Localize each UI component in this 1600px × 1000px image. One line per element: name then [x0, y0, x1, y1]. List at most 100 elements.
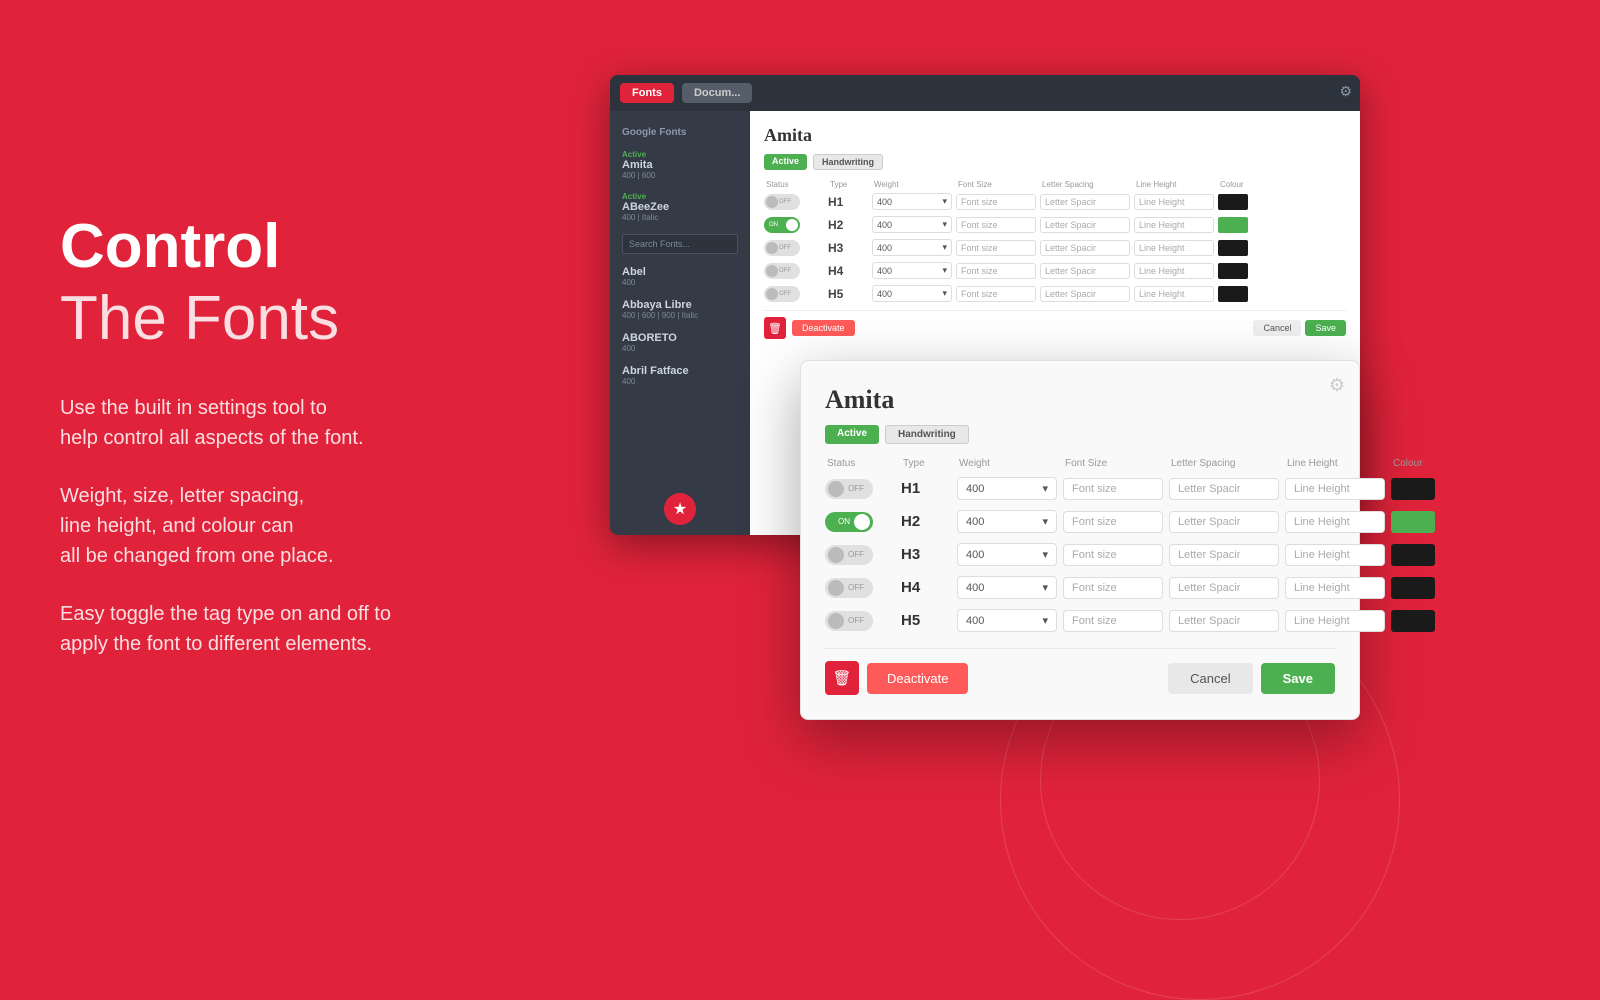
- modal-letterspacing-h4[interactable]: Letter Spacir: [1169, 577, 1279, 599]
- desc1: Use the built in settings tool tohelp co…: [60, 393, 560, 453]
- sidebar-item-abeezee[interactable]: Active ABeeZee 400 | Italic: [610, 186, 750, 228]
- right-area: Fonts Docum... ⚙ Google Fonts Active Ami…: [600, 0, 1600, 900]
- badge-row-modal: Active Handwriting: [825, 425, 1335, 444]
- modal-lineheight-h3[interactable]: Line Height: [1285, 544, 1385, 566]
- toggle-h4-bg[interactable]: [764, 263, 800, 279]
- fonts-tab[interactable]: Fonts: [620, 83, 674, 103]
- modal-weight-h3[interactable]: 400▾: [957, 543, 1057, 566]
- modal-fontsize-h4[interactable]: Font size: [1063, 577, 1163, 599]
- modal-color-h4[interactable]: [1391, 577, 1435, 599]
- table-row: H3 400▾ Font size Letter Spacir Line Hei…: [764, 239, 1346, 256]
- table-row: H2 400▾ Font size Letter Spacir Line Hei…: [764, 216, 1346, 233]
- modal-toggle-h1[interactable]: OFF: [825, 479, 873, 499]
- toggle-h1-bg[interactable]: [764, 194, 800, 210]
- aboreto-name: ABORETO: [622, 332, 738, 344]
- color-h4-bg[interactable]: [1218, 263, 1248, 279]
- modal-weight-h2[interactable]: 400▾: [957, 510, 1057, 533]
- sidebar-item-amita[interactable]: Active Amita 400 | 600: [610, 144, 750, 186]
- deactivate-button-modal[interactable]: Deactivate: [867, 663, 968, 694]
- letterspacing-h2-bg[interactable]: Letter Spacir: [1040, 217, 1130, 233]
- letterspacing-h5-bg[interactable]: Letter Spacir: [1040, 286, 1130, 302]
- active-badge-bg: Active: [764, 154, 807, 170]
- modal-color-h1[interactable]: [1391, 478, 1435, 500]
- modal-fontsize-h1[interactable]: Font size: [1063, 478, 1163, 500]
- cancel-button-bg[interactable]: Cancel: [1253, 320, 1301, 336]
- modal-lineheight-h1[interactable]: Line Height: [1285, 478, 1385, 500]
- fontsize-h4-bg[interactable]: Font size: [956, 263, 1036, 279]
- add-font-button[interactable]: ★: [664, 493, 696, 525]
- modal-weight-h4[interactable]: 400▾: [957, 576, 1057, 599]
- lineheight-h2-bg[interactable]: Line Height: [1134, 217, 1214, 233]
- modal-color-h5[interactable]: [1391, 610, 1435, 632]
- document-tab[interactable]: Docum...: [682, 83, 752, 103]
- abeezee-status: Active: [622, 192, 738, 201]
- modal-weight-h5[interactable]: 400▾: [957, 609, 1057, 632]
- sidebar-item-abril[interactable]: Abril Fatface 400: [610, 359, 750, 392]
- delete-button-bg[interactable]: 🗑: [764, 317, 786, 339]
- gear-icon-modal[interactable]: ⚙: [1329, 375, 1345, 396]
- desc2: Weight, size, letter spacing,line height…: [60, 481, 560, 571]
- modal-weight-h1[interactable]: 400▾: [957, 477, 1057, 500]
- handwriting-badge-bg: Handwriting: [813, 154, 883, 170]
- toggle-h3-bg[interactable]: [764, 240, 800, 256]
- modal-lineheight-h4[interactable]: Line Height: [1285, 577, 1385, 599]
- fontsize-h3-bg[interactable]: Font size: [956, 240, 1036, 256]
- weight-h2-bg[interactable]: 400▾: [872, 216, 952, 233]
- modal-letterspacing-h5[interactable]: Letter Spacir: [1169, 610, 1279, 632]
- modal-fontsize-h2[interactable]: Font size: [1063, 511, 1163, 533]
- sidebar-item-aboreto[interactable]: ABORETO 400: [610, 326, 750, 359]
- color-h2-bg[interactable]: [1218, 217, 1248, 233]
- fontsize-h1-bg[interactable]: Font size: [956, 194, 1036, 210]
- modal-toggle-h5[interactable]: OFF: [825, 611, 873, 631]
- cancel-button-modal[interactable]: Cancel: [1168, 663, 1252, 694]
- modal-color-h3[interactable]: [1391, 544, 1435, 566]
- modal-fontsize-h5[interactable]: Font size: [1063, 610, 1163, 632]
- color-h1-bg[interactable]: [1218, 194, 1248, 210]
- modal-toggle-h2[interactable]: ON: [825, 512, 873, 532]
- modal-color-h2[interactable]: [1391, 511, 1435, 533]
- modal-lineheight-h5[interactable]: Line Height: [1285, 610, 1385, 632]
- color-h3-bg[interactable]: [1218, 240, 1248, 256]
- letterspacing-h4-bg[interactable]: Letter Spacir: [1040, 263, 1130, 279]
- letterspacing-h3-bg[interactable]: Letter Spacir: [1040, 240, 1130, 256]
- gear-icon[interactable]: ⚙: [1339, 83, 1352, 100]
- modal-lineheight-h2[interactable]: Line Height: [1285, 511, 1385, 533]
- lineheight-h4-bg[interactable]: Line Height: [1134, 263, 1214, 279]
- toggle-h5-bg[interactable]: [764, 286, 800, 302]
- lineheight-h5-bg[interactable]: Line Height: [1134, 286, 1214, 302]
- fontsize-h5-bg[interactable]: Font size: [956, 286, 1036, 302]
- color-h5-bg[interactable]: [1218, 286, 1248, 302]
- modal-toggle-h3[interactable]: OFF: [825, 545, 873, 565]
- modal-letterspacing-h2[interactable]: Letter Spacir: [1169, 511, 1279, 533]
- save-button-bg[interactable]: Save: [1305, 320, 1346, 336]
- modal-type-h2: H2: [901, 513, 951, 530]
- save-button-modal[interactable]: Save: [1261, 663, 1335, 694]
- delete-button-modal[interactable]: 🗑: [825, 661, 859, 695]
- modal-toggle-h4[interactable]: OFF: [825, 578, 873, 598]
- toggle-h2-bg[interactable]: [764, 217, 800, 233]
- letterspacing-h1-bg[interactable]: Letter Spacir: [1040, 194, 1130, 210]
- aboreto-weights: 400: [622, 344, 738, 353]
- abril-weights: 400: [622, 377, 738, 386]
- modal-type-h3: H3: [901, 546, 951, 563]
- abel-name: Abel: [622, 266, 738, 278]
- font-modal: ⚙ Amita Active Handwriting Status Type W…: [800, 360, 1360, 720]
- weight-h4-bg[interactable]: 400▾: [872, 262, 952, 279]
- abril-name: Abril Fatface: [622, 365, 738, 377]
- modal-letterspacing-h3[interactable]: Letter Spacir: [1169, 544, 1279, 566]
- sidebar-item-abel[interactable]: Abel 400: [610, 260, 750, 293]
- weight-h5-bg[interactable]: 400▾: [872, 285, 952, 302]
- toggle-circle: [828, 580, 844, 596]
- modal-fontsize-h3[interactable]: Font size: [1063, 544, 1163, 566]
- deactivate-button-bg[interactable]: Deactivate: [792, 320, 855, 336]
- lineheight-h1-bg[interactable]: Line Height: [1134, 194, 1214, 210]
- bottom-actions-bg: 🗑 Deactivate Cancel Save: [764, 310, 1346, 339]
- sidebar-item-abbaya[interactable]: Abbaya Libre 400 | 600 | 900 | Italic: [610, 293, 750, 326]
- abel-weights: 400: [622, 278, 738, 287]
- weight-h1-bg[interactable]: 400▾: [872, 193, 952, 210]
- modal-letterspacing-h1[interactable]: Letter Spacir: [1169, 478, 1279, 500]
- search-fonts-input[interactable]: Search Fonts...: [622, 234, 738, 254]
- lineheight-h3-bg[interactable]: Line Height: [1134, 240, 1214, 256]
- fontsize-h2-bg[interactable]: Font size: [956, 217, 1036, 233]
- weight-h3-bg[interactable]: 400▾: [872, 239, 952, 256]
